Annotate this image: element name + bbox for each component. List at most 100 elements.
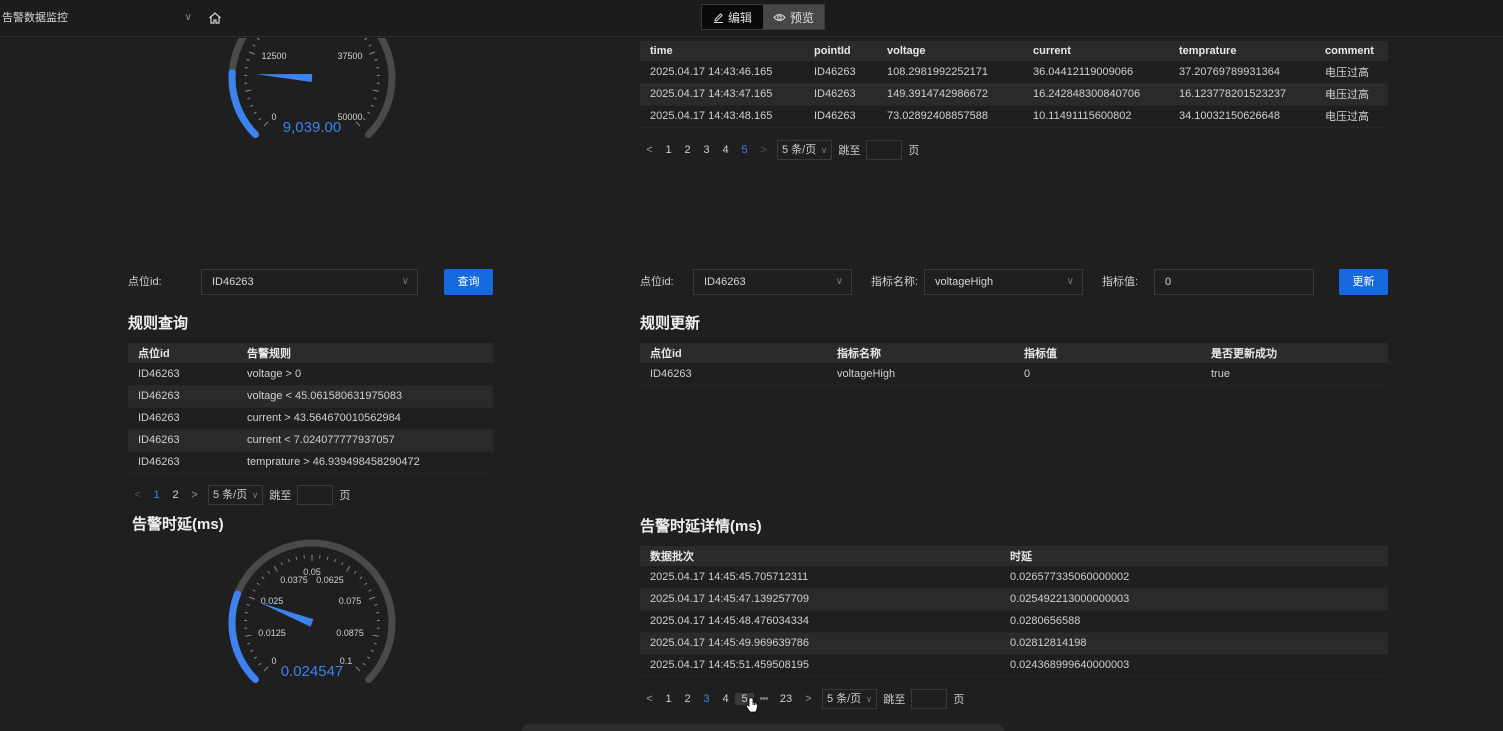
jump-page-input[interactable] xyxy=(866,140,903,160)
table-cell: 36.04412119009066 xyxy=(1023,61,1169,84)
chevron-down-icon: ∨ xyxy=(401,276,409,287)
table-cell: ID46263 xyxy=(804,83,877,106)
delay-gauge-tick-label: 0.0625 xyxy=(316,575,344,585)
value-gauge-progress xyxy=(228,69,259,139)
value-gauge-tick-label: 50000 xyxy=(337,112,362,122)
delay-gauge-tick-label: 0 xyxy=(271,656,276,666)
page-button[interactable]: 2 xyxy=(678,693,697,705)
value-gauge-tick xyxy=(372,89,379,92)
rule-update-table: 点位id 指标名称 指标值 是否更新成功 ID46263 voltageHigh… xyxy=(640,343,1388,386)
prev-page-button[interactable]: < xyxy=(128,489,147,501)
value-gauge-tick xyxy=(263,121,269,127)
value-gauge-tick-label: 0 xyxy=(271,112,276,122)
value-gauge-tick xyxy=(256,38,260,41)
delay-gauge-tick-label: 0.075 xyxy=(339,596,362,606)
next-page-button[interactable]: > xyxy=(754,144,773,156)
metric-value-label: 指标值: xyxy=(1102,276,1139,288)
table-cell: 34.10032150626648 xyxy=(1169,105,1315,128)
page-size-select[interactable]: 5 条/页 ∨ xyxy=(822,689,878,709)
update-point-id-select[interactable]: ID46263 ∨ xyxy=(693,269,852,295)
value-gauge-tick xyxy=(364,38,368,41)
jump-page-input[interactable] xyxy=(297,485,334,505)
table-row: 2025.04.17 14:45:49.969639786 0.028128141… xyxy=(640,632,1388,655)
delay-gauge-progress xyxy=(228,590,259,684)
value-gauge-tick xyxy=(253,111,257,114)
page-size-select[interactable]: 5 条/页 ∨ xyxy=(208,485,264,505)
table-cell: 10.11491115600802 xyxy=(1023,105,1169,128)
column-header: 点位id xyxy=(128,343,237,363)
jump-label: 跳至 xyxy=(269,490,292,502)
table-cell: true xyxy=(1201,363,1388,386)
metric-name-value: voltageHigh xyxy=(935,276,994,288)
value-gauge-tick xyxy=(362,117,366,121)
value-gauge-tick xyxy=(252,44,256,47)
column-header: 指标名称 xyxy=(827,343,1014,363)
table-row: ID46263 current > 43.564670010562984 xyxy=(128,407,493,430)
value-gauge-tick xyxy=(246,59,250,61)
page-button-current[interactable]: 1 xyxy=(147,489,166,501)
page-button[interactable]: 1 xyxy=(659,144,678,156)
table-cell: 0.0280656588 xyxy=(1000,610,1388,633)
column-header: temprature xyxy=(1169,41,1315,61)
table-row: 2025.04.17 14:43:48.165 ID46263 73.02892… xyxy=(640,105,1388,128)
value-gauge-value: 9,039.00 xyxy=(283,119,341,136)
chevron-down-icon: ∨ xyxy=(249,490,259,500)
table-cell: 16.123778201523237 xyxy=(1169,83,1315,106)
page-button-current[interactable]: 3 xyxy=(697,693,716,705)
delay-gauge-tick xyxy=(362,662,366,666)
page-button[interactable]: 2 xyxy=(678,144,697,156)
table-cell: 37.20769789931364 xyxy=(1169,61,1315,84)
value-gauge-tick-label: 12500 xyxy=(261,51,286,61)
page-button[interactable]: 4 xyxy=(716,144,735,156)
page-button[interactable]: 3 xyxy=(697,144,716,156)
point-id-select[interactable]: ID46263 ∨ xyxy=(201,269,418,295)
next-page-button[interactable]: > xyxy=(799,693,818,705)
page-size-select[interactable]: 5 条/页 ∨ xyxy=(777,140,833,160)
column-header: current xyxy=(1023,41,1169,61)
page-button[interactable]: 4 xyxy=(716,693,735,705)
value-gauge-tick xyxy=(355,121,361,127)
delay-gauge-tick-label: 0.0875 xyxy=(336,628,364,638)
table-cell: 电压过高 xyxy=(1315,105,1388,128)
page-button[interactable]: 2 xyxy=(166,489,185,501)
home-button[interactable] xyxy=(204,7,226,29)
delay-gauge-tick xyxy=(287,559,290,563)
column-header: 是否更新成功 xyxy=(1201,343,1388,363)
update-button[interactable]: 更新 xyxy=(1339,269,1388,295)
preview-mode-button[interactable]: 预览 xyxy=(763,5,824,29)
prev-page-button[interactable]: < xyxy=(640,693,659,705)
metric-name-select[interactable]: voltageHigh ∨ xyxy=(924,269,1083,295)
chevron-down-icon: ∨ xyxy=(863,694,873,704)
table-cell: 2025.04.17 14:45:51.459508195 xyxy=(640,654,1000,677)
delay-gauge-tick xyxy=(245,634,252,637)
jump-page-input[interactable] xyxy=(911,689,948,709)
update-point-id-label: 点位id: xyxy=(640,276,674,288)
column-header: voltage xyxy=(877,41,1023,61)
delay-gauge-tick xyxy=(247,642,251,645)
column-header: comment xyxy=(1315,41,1388,61)
delay-gauge-tick xyxy=(258,662,262,666)
table-cell: 16.242848300840706 xyxy=(1023,83,1169,106)
edit-mode-button[interactable]: 编辑 xyxy=(702,5,763,29)
delay-gauge-tick xyxy=(267,570,271,574)
delay-gauge-tick xyxy=(250,649,254,652)
page-button-current[interactable]: 5 xyxy=(735,144,754,156)
metric-value-input[interactable]: 0 xyxy=(1154,269,1314,295)
bottom-scrollbar[interactable] xyxy=(522,724,1004,731)
chevron-down-icon: ∨ xyxy=(1066,276,1074,287)
next-page-button[interactable]: > xyxy=(185,489,204,501)
delay-gauge-tick xyxy=(359,576,363,580)
delay-gauge-tick xyxy=(374,604,378,606)
prev-page-button[interactable]: < xyxy=(640,144,659,156)
delay-detail-table: 数据批次 时延 2025.04.17 14:45:45.705712311 0.0… xyxy=(640,546,1388,677)
table-cell: 2025.04.17 14:45:49.969639786 xyxy=(640,632,1000,655)
delay-gauge-tick xyxy=(341,562,344,566)
table-row: 2025.04.17 14:45:48.476034334 0.028065658… xyxy=(640,610,1388,633)
delay-gauge-tick xyxy=(295,556,298,560)
column-header: time xyxy=(640,41,804,61)
table-row: 2025.04.17 14:43:47.165 ID46263 149.3914… xyxy=(640,83,1388,106)
page-button[interactable]: 1 xyxy=(659,693,678,705)
app-selector[interactable]: 告警数据监控 ∨ xyxy=(0,8,196,28)
page-button-last[interactable]: 23 xyxy=(773,693,799,705)
query-button[interactable]: 查询 xyxy=(444,269,493,295)
